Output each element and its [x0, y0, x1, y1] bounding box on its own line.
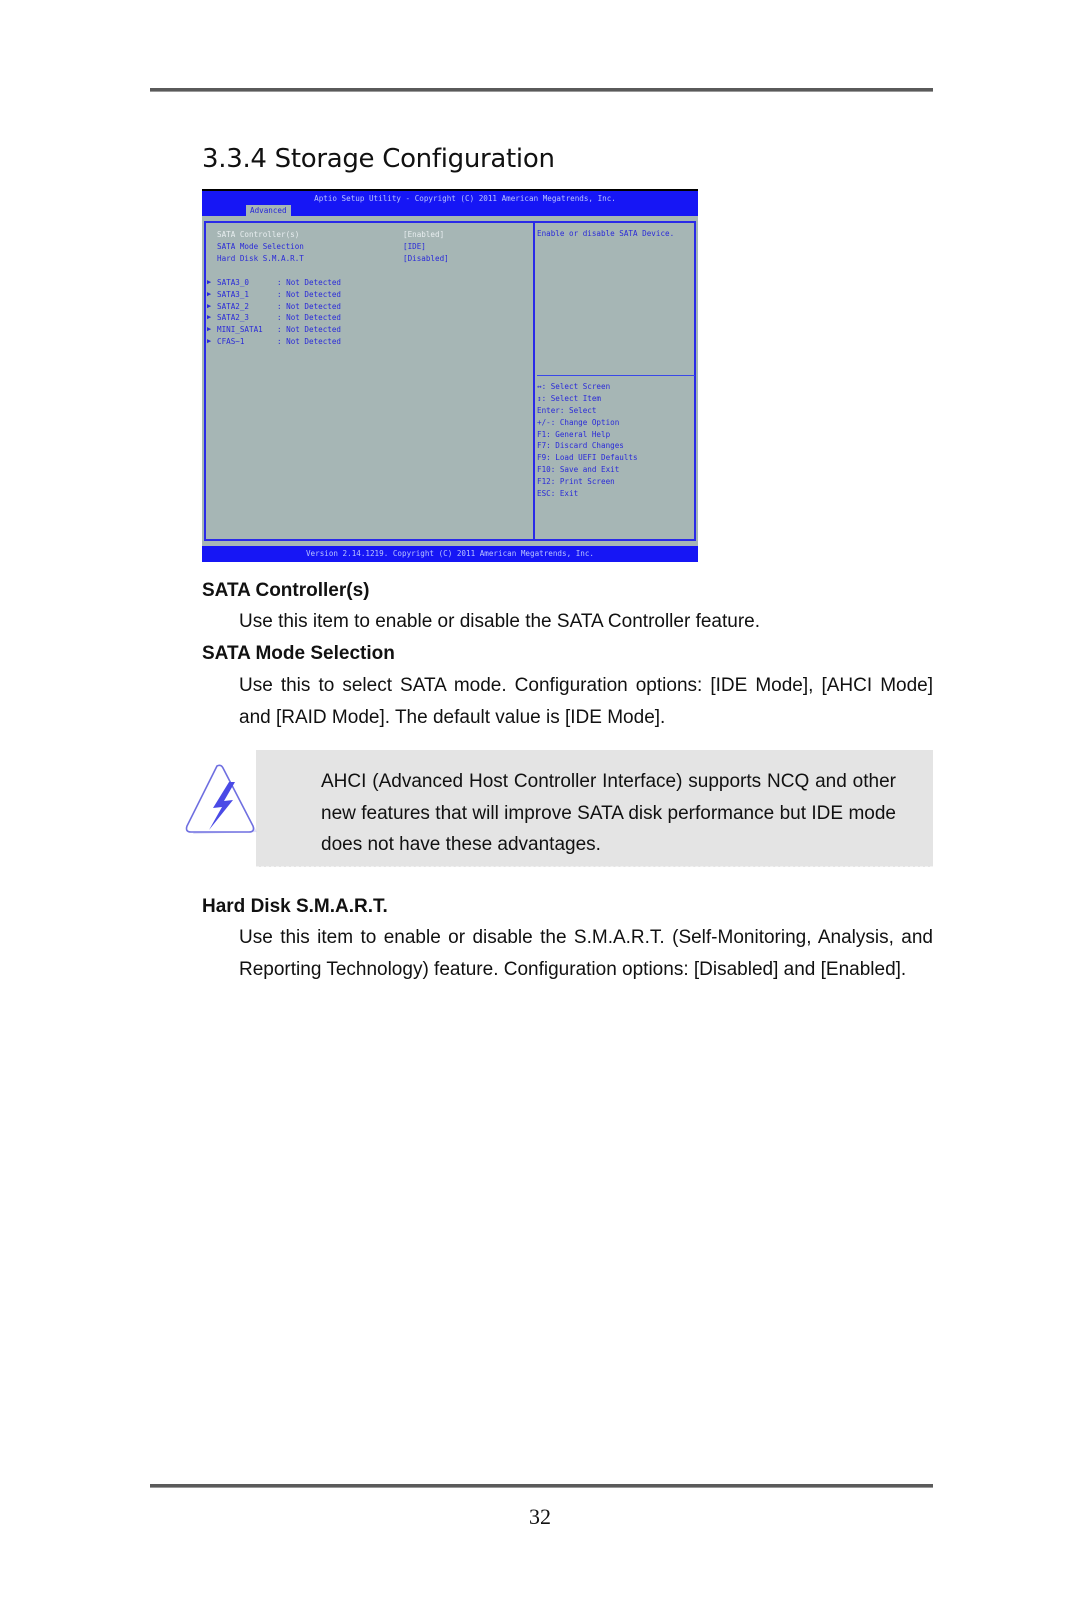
bios-device-name: SATA3_1: [217, 290, 250, 299]
bios-device-name: CFAS~1: [217, 337, 245, 346]
bios-setting-label: SATA Controller(s): [217, 230, 300, 239]
bios-device-cfas1[interactable]: ▶ CFAS~1 : Not Detected: [207, 337, 341, 348]
bios-key-item: ESC: Exit: [537, 489, 579, 499]
bios-key-item: +/-: Change Option: [537, 417, 620, 427]
bios-key-item: F1: General Help: [537, 429, 611, 439]
submenu-arrow-icon: ▶: [207, 278, 212, 286]
bios-screenshot: Aptio Setup Utility - Copyright (C) 2011…: [202, 189, 698, 562]
bios-setting-smart[interactable]: Hard Disk S.M.A.R.T [Disabled]: [217, 254, 449, 265]
bios-help-text: Enable or disable SATA Device.: [537, 229, 675, 238]
bios-setting-sata-controller[interactable]: SATA Controller(s) [Enabled]: [217, 230, 444, 241]
bios-main-frame: SATA Controller(s) [Enabled] SATA Mode S…: [204, 221, 696, 541]
body-sata-mode-selection: Use this to select SATA mode. Configurat…: [239, 675, 933, 728]
bios-header-bar: Aptio Setup Utility - Copyright (C) 2011…: [202, 189, 698, 217]
bios-device-status: : Not Detected: [277, 337, 342, 346]
bios-key-item: ↕: Select Item: [537, 393, 602, 403]
body-hard-disk-smart: Use this item to enable or disable the S…: [239, 927, 933, 980]
page-number: 32: [529, 1504, 551, 1529]
bios-key-legend: ↔: Select Screen ↕: Select Item Enter: S…: [537, 382, 638, 501]
bios-tab-advanced[interactable]: Advanced: [246, 205, 291, 217]
bios-setting-value[interactable]: [Disabled]: [403, 254, 449, 263]
bios-device-status: : Not Detected: [277, 313, 342, 322]
bios-setting-label: Hard Disk S.M.A.R.T: [217, 254, 304, 263]
heading-hard-disk-smart: Hard Disk S.M.A.R.T.: [202, 896, 388, 917]
bios-device-sata2-2[interactable]: ▶ SATA2_2 : Not Detected: [207, 302, 341, 313]
bios-device-name: SATA3_0: [217, 278, 250, 287]
bios-key-item: F12: Print Screen: [537, 477, 615, 487]
bios-device-name: MINI_SATA1: [217, 325, 263, 334]
footer-rule: [150, 1484, 933, 1488]
submenu-arrow-icon: ▶: [207, 290, 212, 298]
section-title: 3.3.4 Storage Configuration: [202, 144, 555, 174]
bios-device-status: : Not Detected: [277, 325, 342, 334]
bios-device-status: : Not Detected: [277, 290, 342, 299]
bios-setting-value[interactable]: [IDE]: [403, 242, 426, 251]
bios-key-item: F7: Discard Changes: [537, 441, 624, 451]
bios-key-item: F9: Load UEFI Defaults: [537, 453, 638, 463]
bios-device-sata2-3[interactable]: ▶ SATA2_3 : Not Detected: [207, 313, 341, 324]
warning-lightning-icon: [185, 764, 257, 834]
bios-device-name: SATA2_3: [217, 313, 250, 322]
bios-footer-bar: Version 2.14.1219. Copyright (C) 2011 Am…: [202, 546, 698, 562]
body-sata-controllers: Use this item to enable or disable the S…: [239, 611, 761, 632]
heading-sata-controllers: SATA Controller(s): [202, 580, 370, 601]
bios-device-status: : Not Detected: [277, 302, 342, 311]
bios-device-sata3-0[interactable]: ▶ SATA3_0 : Not Detected: [207, 278, 341, 289]
header-rule: [150, 88, 933, 92]
note-box: AHCI (Advanced Host Controller Interface…: [256, 750, 933, 867]
bios-setting-label: SATA Mode Selection: [217, 242, 304, 251]
submenu-arrow-icon: ▶: [207, 337, 212, 345]
bios-device-status: : Not Detected: [277, 278, 342, 287]
bios-device-name: SATA2_2: [217, 302, 250, 311]
submenu-arrow-icon: ▶: [207, 313, 212, 321]
bios-panel-divider: [533, 223, 535, 539]
bios-key-item: F10: Save and Exit: [537, 465, 620, 475]
bios-device-sata3-1[interactable]: ▶ SATA3_1 : Not Detected: [207, 290, 341, 301]
bios-setting-sata-mode[interactable]: SATA Mode Selection [IDE]: [217, 242, 426, 253]
note-text: AHCI (Advanced Host Controller Interface…: [321, 771, 896, 855]
submenu-arrow-icon: ▶: [207, 325, 212, 333]
bios-key-item: ↔: Select Screen: [537, 382, 611, 391]
submenu-arrow-icon: ▶: [207, 302, 212, 310]
heading-sata-mode-selection: SATA Mode Selection: [202, 643, 395, 664]
bios-key-item: Enter: Select: [537, 405, 597, 415]
bios-help-divider: [537, 375, 695, 376]
bios-header-title: Aptio Setup Utility - Copyright (C) 2011…: [314, 194, 616, 203]
bios-setting-value[interactable]: [Enabled]: [403, 230, 444, 239]
bios-device-mini-sata1[interactable]: ▶ MINI_SATA1 : Not Detected: [207, 325, 341, 336]
